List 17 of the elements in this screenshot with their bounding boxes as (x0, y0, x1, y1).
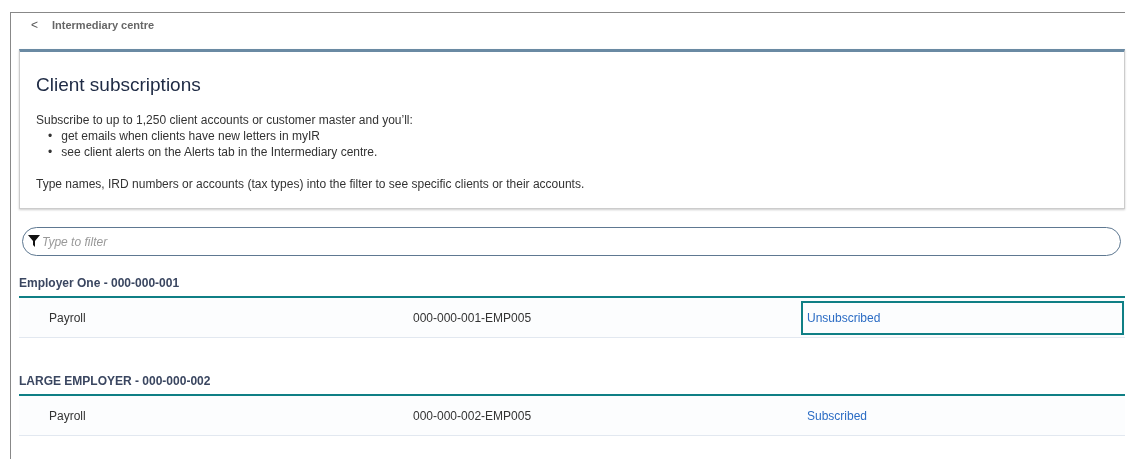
back-icon[interactable]: < (31, 18, 38, 32)
subscription-link[interactable]: Subscribed (801, 398, 1124, 433)
filter-field[interactable]: Type to filter (22, 227, 1121, 256)
intro-text: Subscribe to up to 1,250 client accounts or customer master and you’ll: (36, 112, 414, 128)
bullet-icon: • (48, 144, 53, 160)
account-number: 000-000-001-EMP005 (413, 310, 533, 325)
subscription-link[interactable]: Unsubscribed (801, 300, 1124, 335)
account-name: Payroll (48, 408, 87, 423)
bullet-icon: • (48, 128, 53, 144)
account-name: Payroll (48, 310, 87, 325)
page-title: Client subscriptions (36, 74, 202, 96)
account-number: 000-000-002-EMP005 (413, 408, 533, 423)
breadcrumb-link[interactable]: Intermediary centre (52, 19, 155, 31)
filter-icon (28, 235, 40, 247)
filter-hint: Type names, IRD numbers or accounts (tax types) into the filter to see specific clients or their accounts. (36, 176, 586, 192)
bullet-item: see client alerts on the Alerts tab in the Intermediary centre. (61, 144, 378, 160)
bullet-item: get emails when clients have new letters in myIR (61, 128, 320, 144)
